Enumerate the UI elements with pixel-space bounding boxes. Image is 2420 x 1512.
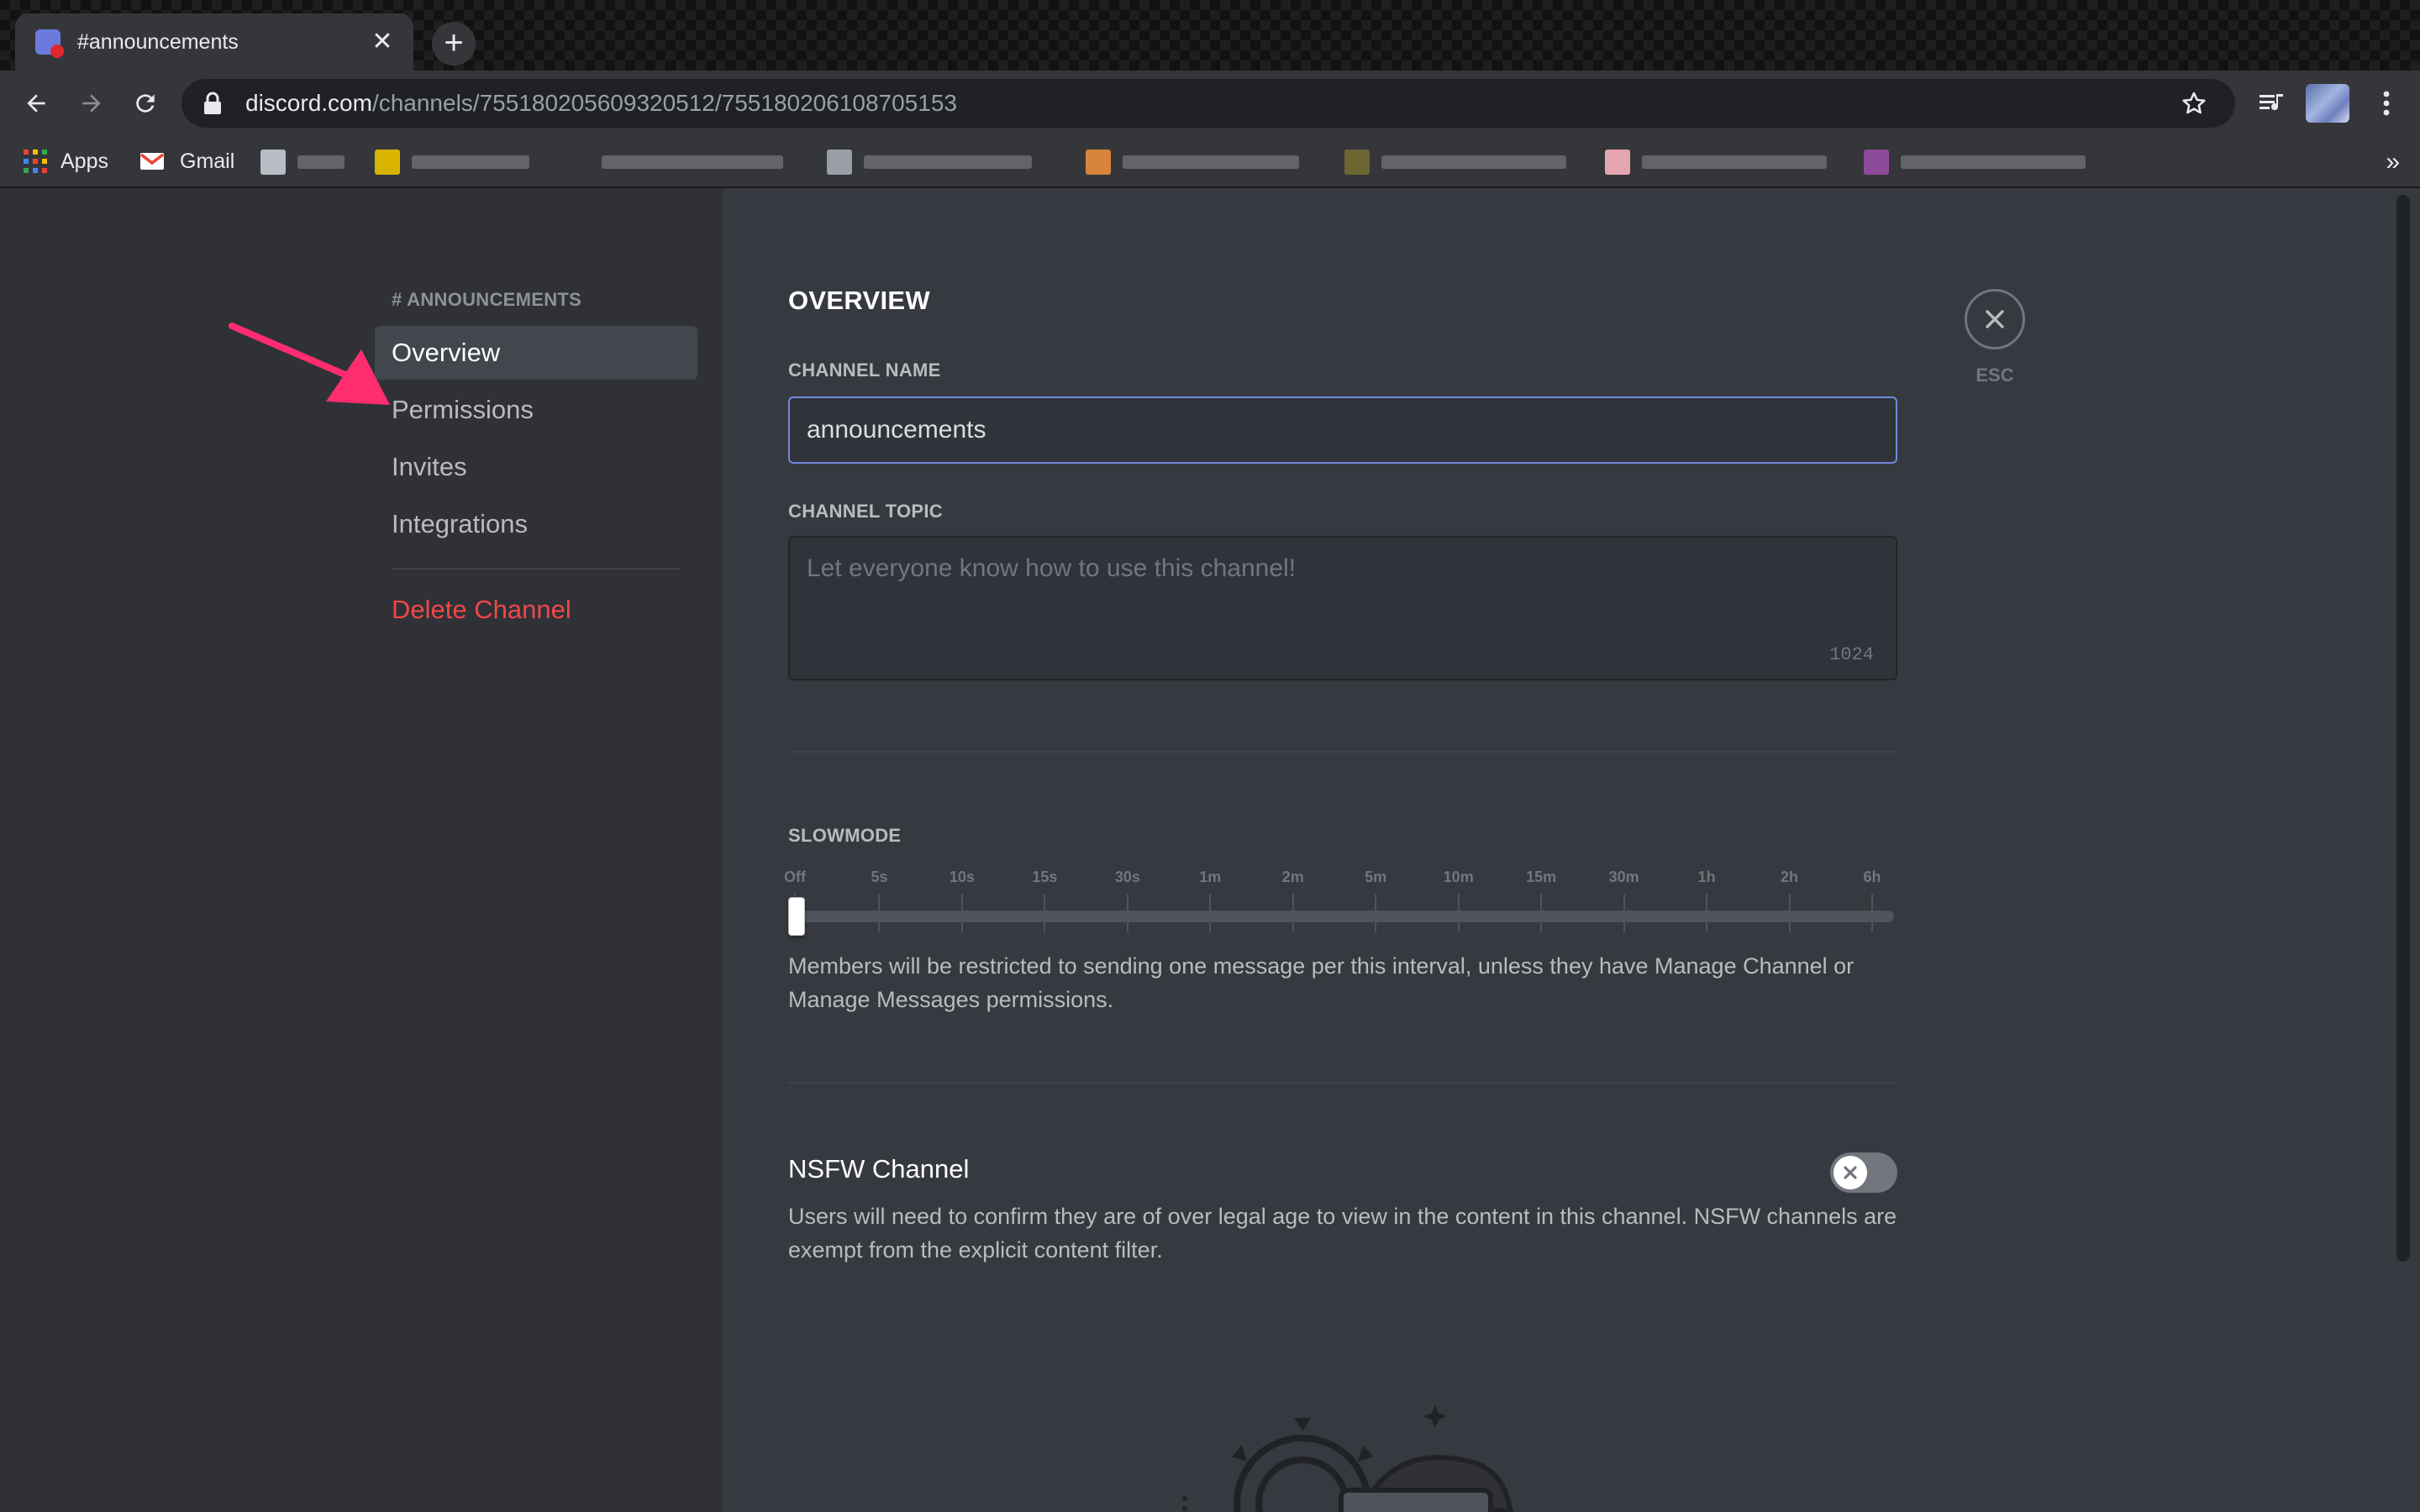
bookmarks-bar: Apps Gmail »: [0, 136, 2420, 188]
delete-channel-button[interactable]: Delete Channel: [375, 583, 697, 637]
slowmode-tick-label: 30m: [1608, 869, 1639, 885]
bookmark-redacted[interactable]: [1086, 148, 1299, 176]
bookmark-redacted[interactable]: [260, 148, 345, 176]
slowmode-tick-label: 2h: [1781, 869, 1799, 885]
browser-toolbar: discord.com/channels/755180205609320512/…: [0, 71, 2420, 136]
section-divider: [788, 751, 1897, 753]
slowmode-slider[interactable]: Off 5s 10s 15s 30s 1m 2m 5m 10m 15m 30m 1h 2h 6h: [784, 864, 1897, 939]
settings-illustration-icon: [1182, 1404, 1514, 1512]
bookmark-apps[interactable]: Apps: [24, 144, 108, 178]
slowmode-tick-label: 10s: [949, 869, 975, 885]
slowmode-tick-label: 6h: [1863, 869, 1881, 885]
sidebar-item-overview[interactable]: Overview: [375, 326, 697, 380]
slowmode-tick-label: 10m: [1443, 869, 1474, 885]
url-text: discord.com/channels/755180205609320512/…: [245, 90, 957, 116]
address-bar[interactable]: discord.com/channels/755180205609320512/…: [182, 79, 2235, 128]
nsfw-channel-title: NSFW Channel: [788, 1154, 970, 1184]
bookmark-redacted[interactable]: [1344, 148, 1566, 176]
slowmode-tick-label: 1h: [1697, 869, 1716, 885]
slowmode-description: Members will be restricted to sending on…: [788, 953, 1854, 1012]
slowmode-tick-label: 1m: [1199, 869, 1222, 885]
profile-avatar-icon[interactable]: [2306, 84, 2349, 123]
section-divider: [788, 1082, 1897, 1084]
browser-tabstrip: #announcements ✕ +: [0, 0, 2420, 71]
channel-name-input[interactable]: [788, 396, 1897, 464]
slowmode-tick-label: 15s: [1032, 869, 1058, 885]
star-icon[interactable]: [2180, 89, 2208, 118]
annotation-arrow-icon: [229, 323, 390, 405]
slider-thumb[interactable]: [788, 897, 805, 936]
discord-favicon-icon: [35, 29, 64, 58]
tab-close-icon[interactable]: ✕: [368, 28, 397, 56]
slider-track[interactable]: [795, 911, 1894, 922]
topic-char-counter: 1024: [1829, 644, 1874, 665]
bookmark-redacted[interactable]: [602, 148, 783, 176]
back-arrow-icon[interactable]: [15, 82, 57, 124]
bookmark-redacted[interactable]: [375, 148, 529, 176]
bookmark-redacted[interactable]: [1864, 148, 2086, 176]
sidebar-item-integrations[interactable]: Integrations: [375, 497, 697, 551]
slowmode-tick-label: 2m: [1281, 869, 1304, 885]
esc-label: ESC: [1975, 365, 2014, 386]
toggle-off-x-icon: [1833, 1156, 1867, 1189]
gmail-icon: [139, 151, 165, 171]
slowmode-tick-label: 5m: [1365, 869, 1387, 885]
sidebar-item-permissions[interactable]: Permissions: [375, 383, 697, 437]
apps-grid-icon: [24, 150, 47, 173]
sidebar-divider: [392, 568, 681, 570]
sidebar-channel-header: # ANNOUNCEMENTS: [392, 289, 582, 310]
nsfw-description: Users will need to confirm they are of o…: [788, 1204, 1897, 1263]
page-title: OVERVIEW: [788, 286, 930, 315]
bookmark-gmail[interactable]: Gmail: [139, 144, 234, 178]
tab-title: #announcements: [77, 29, 239, 54]
bookmarks-overflow-button[interactable]: »: [2386, 148, 2400, 176]
reload-icon[interactable]: [124, 82, 166, 124]
new-tab-button[interactable]: +: [432, 22, 476, 66]
channel-topic-field: 1024: [788, 536, 1897, 680]
scrollbar[interactable]: [2396, 195, 2410, 1262]
lock-icon: [203, 92, 222, 115]
channel-topic-input[interactable]: [807, 554, 1857, 638]
nsfw-toggle[interactable]: [1830, 1152, 1897, 1193]
bookmark-redacted[interactable]: [827, 148, 1032, 176]
slowmode-tick-label: Off: [784, 869, 806, 885]
media-controls-icon[interactable]: [2255, 84, 2289, 123]
browser-tab[interactable]: #announcements ✕: [15, 13, 413, 71]
sidebar-item-invites[interactable]: Invites: [375, 440, 697, 494]
channel-name-label: CHANNEL NAME: [788, 360, 941, 381]
slowmode-tick-label: 30s: [1114, 869, 1140, 885]
slowmode-tick-label: 15m: [1526, 869, 1557, 885]
kebab-menu-icon[interactable]: [2370, 84, 2403, 123]
close-icon[interactable]: [1965, 289, 2025, 349]
bookmark-redacted[interactable]: [1605, 148, 1827, 176]
slowmode-label: SLOWMODE: [788, 825, 902, 846]
channel-topic-label: CHANNEL TOPIC: [788, 501, 943, 522]
forward-arrow-icon[interactable]: [71, 82, 113, 124]
slowmode-tick-label: 5s: [871, 869, 888, 885]
